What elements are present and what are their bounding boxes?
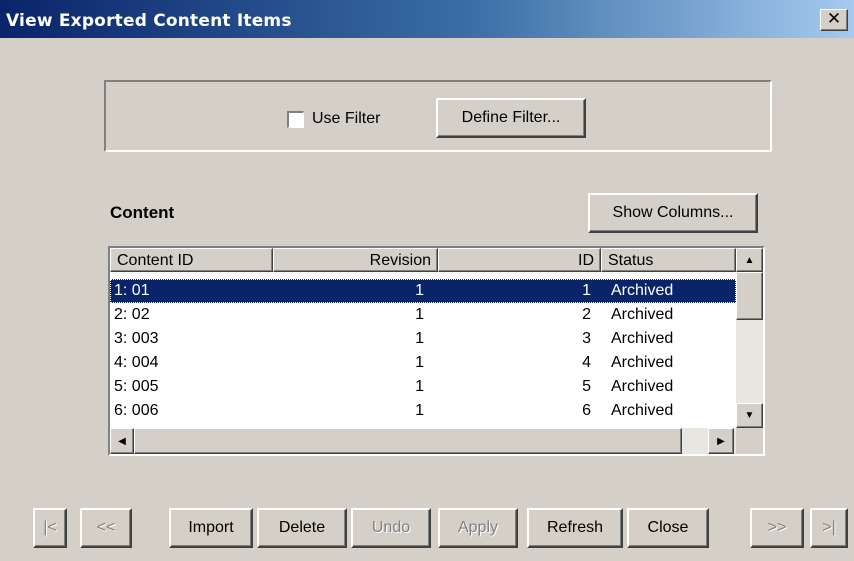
table-row[interactable]: 3: 003 1 3 Archived: [110, 327, 736, 351]
cell-status: Archived: [611, 402, 674, 419]
column-header-status[interactable]: Status: [601, 248, 736, 272]
apply-button[interactable]: Apply: [438, 508, 518, 548]
define-filter-label: Define Filter...: [461, 109, 561, 126]
scroll-left-button[interactable]: ◀: [110, 428, 134, 454]
cell-id: 6: [582, 402, 591, 419]
column-header-label: ID: [578, 252, 594, 269]
cell-id: 2: [582, 306, 591, 323]
horizontal-scrollbar[interactable]: ◀ ▶: [110, 428, 736, 454]
content-list-view[interactable]: Content ID Revision ID Status 1: 01 1 1 …: [108, 246, 765, 456]
refresh-label: Refresh: [546, 519, 604, 536]
cell-content-id: 4: 004: [114, 354, 159, 371]
cell-content-id: 3: 003: [114, 330, 159, 347]
import-label: Import: [188, 519, 234, 536]
next-record-button[interactable]: >>: [750, 508, 804, 548]
import-button[interactable]: Import: [169, 508, 253, 548]
close-window-button[interactable]: ✕: [820, 9, 848, 31]
cell-revision: 1: [415, 402, 424, 419]
scrollbar-corner: [736, 428, 763, 454]
content-section-label: Content: [110, 203, 175, 222]
cell-revision: 1: [415, 378, 424, 395]
column-header-label: Content ID: [117, 252, 194, 269]
cell-revision: 1: [415, 330, 424, 347]
vertical-scroll-thumb[interactable]: [736, 272, 763, 320]
cell-status: Archived: [611, 378, 674, 395]
use-filter-checkbox[interactable]: [287, 111, 304, 128]
first-record-label: |<: [43, 519, 57, 536]
horizontal-scroll-thumb[interactable]: [134, 428, 682, 454]
cell-status: Archived: [611, 354, 674, 371]
use-filter-label: Use Filter: [312, 110, 381, 127]
cell-content-id: 5: 005: [114, 378, 159, 395]
arrow-right-icon: ▶: [717, 435, 725, 447]
delete-label: Delete: [278, 519, 326, 536]
column-header-label: Status: [608, 252, 654, 269]
refresh-button[interactable]: Refresh: [527, 508, 623, 548]
scroll-right-button[interactable]: ▶: [708, 428, 734, 454]
next-record-label: >>: [767, 519, 787, 536]
undo-button[interactable]: Undo: [351, 508, 431, 548]
table-row[interactable]: 6: 006 1 6 Archived: [110, 399, 736, 423]
cell-revision: 1: [415, 282, 424, 299]
arrow-left-icon: ◀: [118, 435, 126, 447]
column-header-content-id[interactable]: Content ID: [110, 248, 273, 272]
previous-record-label: <<: [96, 519, 116, 536]
column-header-label: Revision: [369, 252, 431, 269]
cell-revision: 1: [415, 354, 424, 371]
show-columns-button[interactable]: Show Columns...: [588, 193, 758, 233]
cell-status: Archived: [611, 282, 674, 299]
table-row[interactable]: 1: 01 1 1 Archived: [110, 279, 736, 303]
cell-content-id: 2: 02: [114, 306, 150, 323]
apply-label: Apply: [457, 519, 499, 536]
scroll-down-button[interactable]: ▼: [736, 403, 763, 428]
close-button[interactable]: Close: [627, 508, 709, 548]
title-bar: View Exported Content Items ✕: [0, 0, 854, 38]
cell-content-id: 1: 01: [114, 282, 150, 299]
scroll-up-button[interactable]: ▲: [736, 248, 763, 272]
table-row[interactable]: 5: 005 1 5 Archived: [110, 375, 736, 399]
define-filter-button[interactable]: Define Filter...: [436, 98, 586, 138]
delete-button[interactable]: Delete: [257, 508, 347, 548]
cell-status: Archived: [611, 330, 674, 347]
cell-revision: 1: [415, 306, 424, 323]
cell-id: 5: [582, 378, 591, 395]
cell-id: 1: [582, 282, 591, 299]
undo-label: Undo: [371, 519, 411, 536]
table-row[interactable]: 4: 004 1 4 Archived: [110, 351, 736, 375]
cell-id: 4: [582, 354, 591, 371]
close-label: Close: [647, 519, 689, 536]
last-record-button[interactable]: >|: [810, 508, 848, 548]
previous-record-button[interactable]: <<: [80, 508, 132, 548]
arrow-down-icon: ▼: [744, 410, 755, 421]
column-header-id[interactable]: ID: [438, 248, 601, 272]
cell-status: Archived: [611, 306, 674, 323]
arrow-up-icon: ▲: [744, 254, 755, 266]
last-record-label: >|: [822, 519, 836, 536]
close-icon: ✕: [826, 9, 842, 29]
table-row[interactable]: 2: 02 1 2 Archived: [110, 303, 736, 327]
vertical-scrollbar[interactable]: ▲ ▼: [736, 248, 763, 428]
first-record-button[interactable]: |<: [33, 508, 67, 548]
column-header-revision[interactable]: Revision: [273, 248, 438, 272]
cell-content-id: 6: 006: [114, 402, 159, 419]
cell-id: 3: [582, 330, 591, 347]
window-title: View Exported Content Items: [6, 11, 292, 31]
show-columns-label: Show Columns...: [612, 204, 734, 221]
